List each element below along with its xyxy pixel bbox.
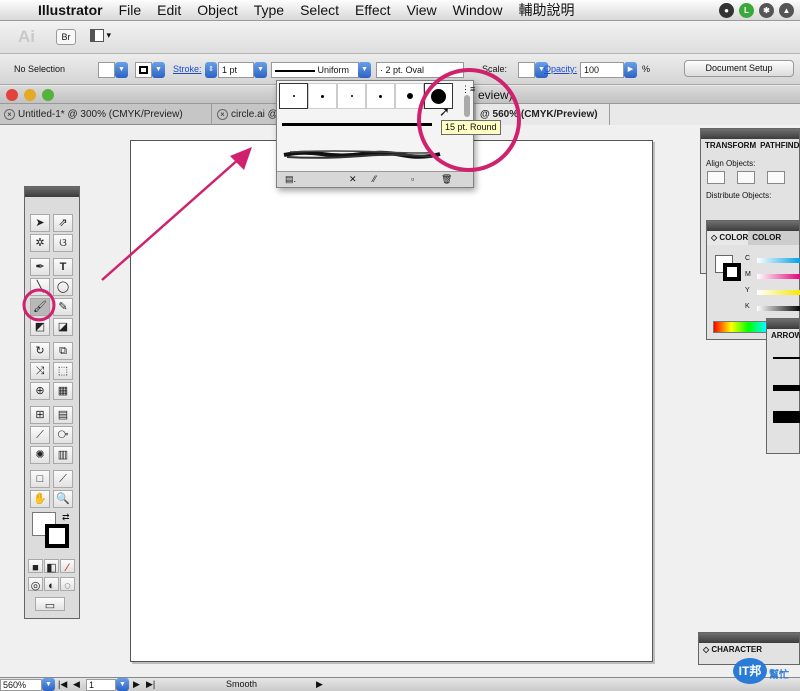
status-bar: 560% ▼ |◀ ◀ 1 ▼ ▶ ▶| Smooth ▶ (0, 677, 800, 691)
previous-artboard-icon[interactable]: ◀ (73, 679, 80, 690)
first-artboard-icon[interactable]: |◀ (58, 679, 67, 690)
annotation-arrow-line (101, 157, 241, 281)
status-menu-icon[interactable]: ▶ (316, 679, 323, 690)
watermark-logo: IT邦 幫忙 (733, 656, 799, 688)
last-artboard-icon[interactable]: ▶| (146, 679, 155, 690)
watermark-subtext: 幫忙 (769, 670, 789, 681)
artboard-number-field[interactable]: 1 (86, 679, 116, 691)
annotation-arrow-head (230, 147, 252, 170)
highlight-circle-tool (22, 288, 56, 322)
current-tool-status: Smooth (226, 679, 258, 689)
zoom-dropdown[interactable]: ▼ (42, 678, 55, 691)
zoom-field[interactable]: 560% (0, 679, 42, 691)
artboard-dropdown[interactable]: ▼ (116, 678, 129, 691)
next-artboard-icon[interactable]: ▶ (133, 679, 140, 690)
watermark-mark: IT邦 (733, 658, 767, 684)
annotation-overlay (22, 68, 521, 322)
highlight-circle-brush (417, 68, 521, 172)
